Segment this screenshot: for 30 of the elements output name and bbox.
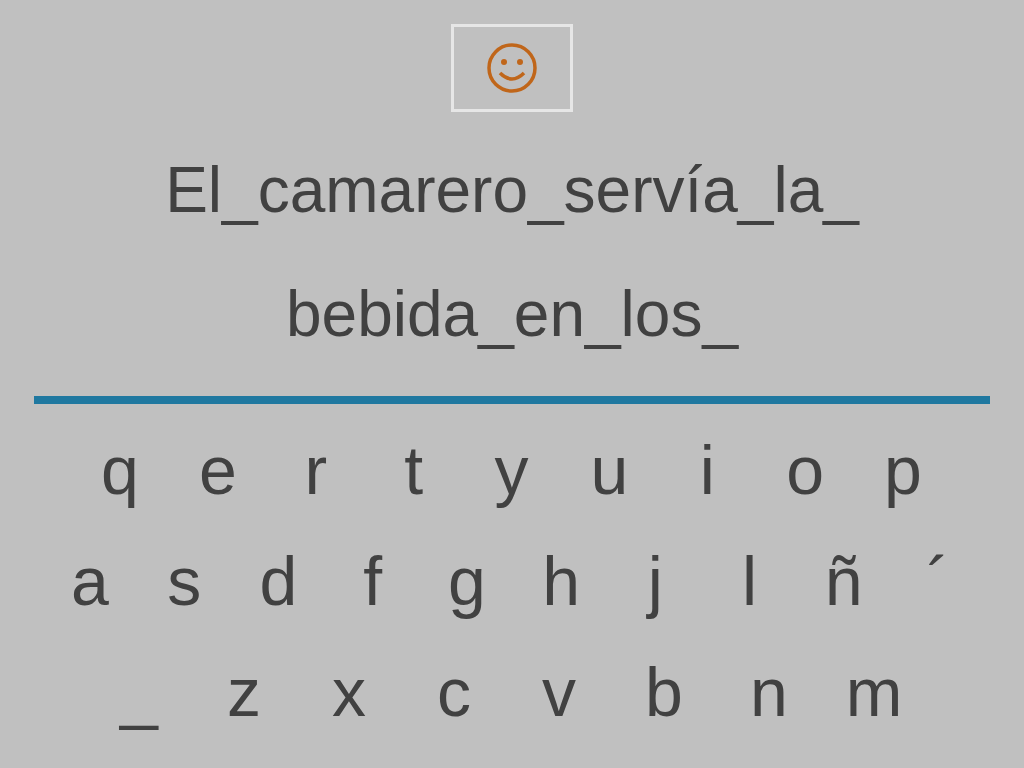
key-button[interactable]: d (246, 535, 311, 626)
key-button[interactable]: z (212, 646, 276, 737)
key-button[interactable]: x (317, 646, 381, 737)
key-button[interactable]: u (577, 424, 642, 515)
key-button[interactable]: p (871, 424, 935, 515)
key-button[interactable]: ñ (811, 535, 876, 626)
key-button[interactable]: b (632, 646, 696, 737)
key-button[interactable]: t (381, 424, 446, 515)
key-button[interactable]: s (152, 535, 217, 626)
key-button[interactable]: a (58, 535, 122, 626)
key-button[interactable]: i (675, 424, 740, 515)
key-button[interactable]: r (283, 424, 348, 515)
sentence-text: bebida_en_los_ (286, 277, 738, 352)
key-button[interactable]: v (527, 646, 591, 737)
key-button[interactable]: g (434, 535, 499, 626)
key-button[interactable]: j (623, 535, 688, 626)
key-button[interactable]: _ (107, 646, 171, 737)
key-button[interactable]: c (422, 646, 486, 737)
key-button[interactable]: l (717, 535, 782, 626)
key-button[interactable]: f (340, 535, 405, 626)
key-button[interactable]: ´ (905, 535, 970, 626)
key-button[interactable]: e (185, 424, 250, 515)
key-button[interactable]: y (479, 424, 544, 515)
key-button[interactable]: h (529, 535, 594, 626)
sentence-text: El_camarero_servía_la_ (165, 153, 859, 228)
key-button[interactable]: n (737, 646, 801, 737)
smiley-icon (486, 42, 538, 94)
key-button[interactable]: o (773, 424, 838, 515)
key-button[interactable]: q (88, 424, 152, 515)
key-button[interactable]: m (842, 646, 906, 737)
